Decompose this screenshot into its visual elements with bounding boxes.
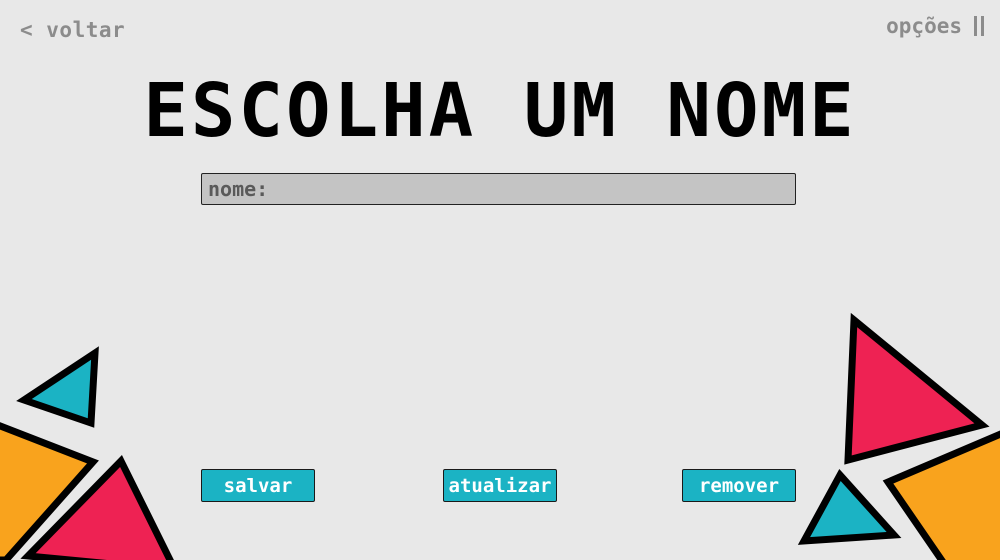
triangle-left-orange [0,422,99,560]
triangle-right-orange [882,430,1000,560]
remove-button[interactable]: remover [682,469,796,502]
back-link[interactable]: < voltar [20,18,125,42]
name-input[interactable] [201,173,796,205]
save-button[interactable]: salvar [201,469,315,502]
options-button[interactable]: opções [886,14,984,38]
pause-icon [974,16,984,36]
options-label: opções [886,14,962,38]
triangle-right-cyan [797,468,902,545]
triangle-left-pink [20,455,174,560]
update-button[interactable]: atualizar [443,469,557,502]
triangle-left-cyan [16,346,99,428]
page-title: ESCOLHA UM NOME [143,68,857,154]
triangle-right-pink [844,312,990,465]
